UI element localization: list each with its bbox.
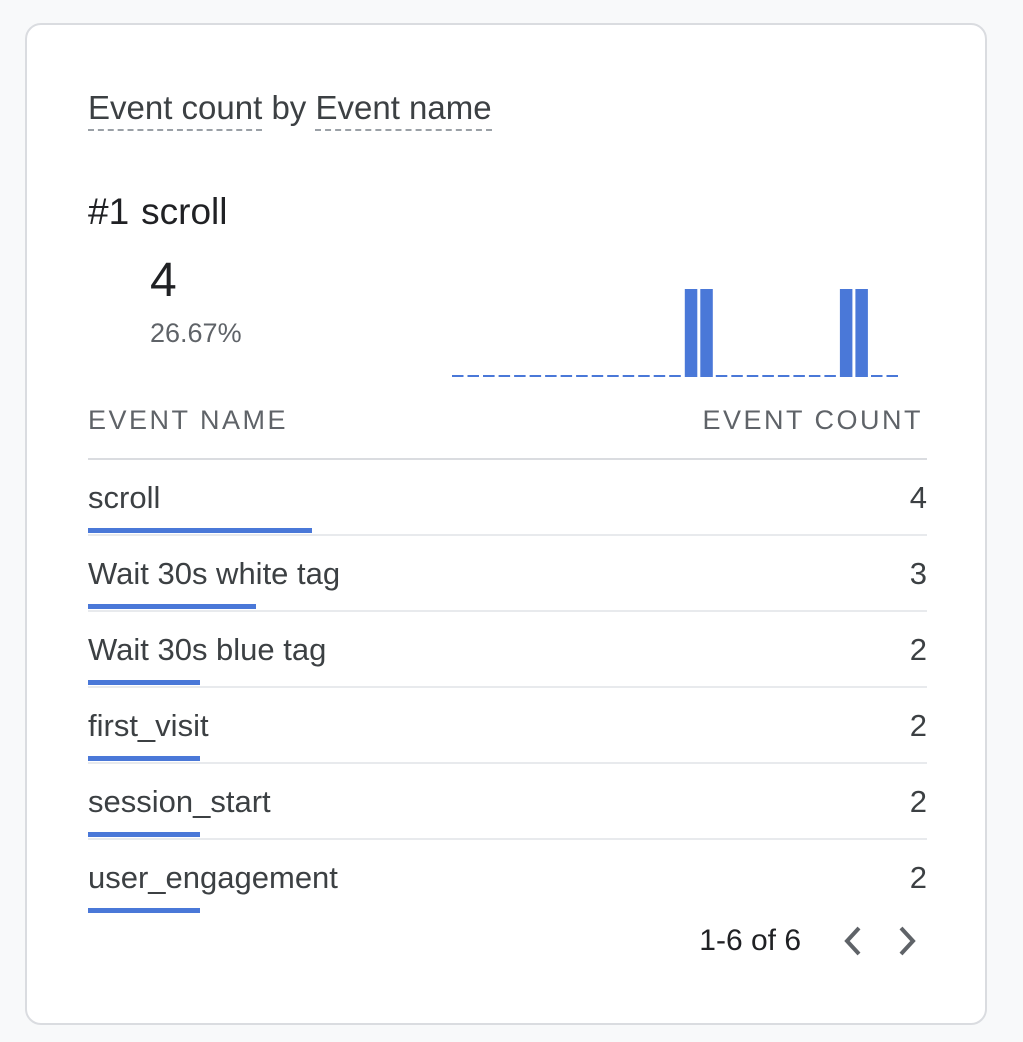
card-title: Event count by Event name [88, 89, 492, 131]
event-name-cell: Wait 30s blue tag [88, 632, 327, 667]
metric-selector[interactable]: Event count [88, 89, 263, 131]
top-item-rank: #1 [88, 191, 130, 232]
pagination: 1-6 of 6 [699, 923, 925, 959]
spark-bar [700, 289, 713, 377]
top-item-value: 4 [150, 254, 177, 307]
spark-bar [839, 289, 853, 377]
spark-bar [684, 289, 698, 377]
top-item-heading: #1 scroll [88, 191, 228, 233]
table-row[interactable]: session_start 2 [88, 764, 927, 840]
event-name-cell: session_start [88, 784, 271, 819]
event-count-cell: 2 [909, 632, 927, 667]
column-header-event-count[interactable]: EVENT COUNT [702, 405, 923, 436]
top-item-percent: 26.67% [150, 318, 242, 348]
chevron-left-icon[interactable] [835, 923, 871, 959]
event-name-cell: first_visit [88, 708, 209, 743]
table-row[interactable]: scroll 4 [88, 460, 927, 536]
event-count-cell: 2 [909, 860, 927, 895]
table-row[interactable]: user_engagement 2 [88, 840, 927, 916]
sparkline-chart [452, 289, 898, 377]
table-row[interactable]: first_visit 2 [88, 688, 927, 764]
pagination-label: 1-6 of 6 [699, 924, 801, 957]
event-name-cell: Wait 30s white tag [88, 556, 341, 591]
title-connector: by [271, 89, 307, 126]
top-item-name: scroll [141, 191, 228, 232]
event-count-cell: 4 [909, 480, 927, 515]
share-bar [88, 908, 200, 913]
table-row[interactable]: Wait 30s white tag 3 [88, 536, 927, 612]
spark-bar [855, 289, 868, 377]
event-name-cell: user_engagement [88, 860, 338, 895]
event-count-card: Event count by Event name #1 scroll 4 26.… [25, 23, 987, 1025]
share-bar [88, 680, 200, 685]
event-count-cell: 2 [909, 708, 927, 743]
share-bar [88, 528, 312, 533]
event-count-cell: 3 [909, 556, 927, 591]
event-table: scroll 4 Wait 30s white tag 3 Wait 30s blue … [88, 460, 927, 916]
column-header-event-name[interactable]: EVENT NAME [88, 405, 288, 436]
share-bar [88, 604, 256, 609]
event-name-cell: scroll [88, 480, 161, 515]
event-count-cell: 2 [909, 784, 927, 819]
dimension-selector[interactable]: Event name [315, 89, 492, 131]
chevron-right-icon[interactable] [889, 923, 925, 959]
share-bar [88, 756, 200, 761]
table-row[interactable]: Wait 30s blue tag 2 [88, 612, 927, 688]
share-bar [88, 832, 200, 837]
